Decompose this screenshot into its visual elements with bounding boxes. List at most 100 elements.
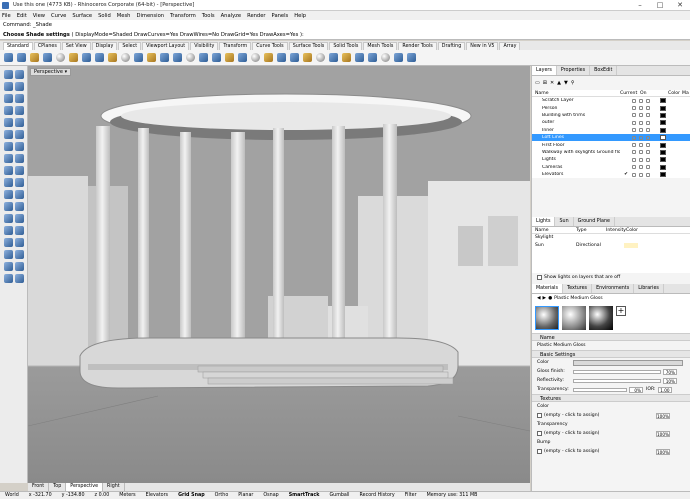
copy-tool-icon[interactable] — [15, 214, 24, 223]
layer-color-swatch[interactable] — [660, 164, 666, 170]
bulb-icon[interactable] — [632, 135, 636, 140]
material-thumb-plastic[interactable] — [535, 306, 559, 331]
toolbar-tab-render-tools[interactable]: Render Tools — [398, 42, 437, 50]
toolbar-tab-curve-tools[interactable]: Curve Tools — [252, 42, 288, 50]
layer-row[interactable]: Elevators ✔ — [532, 170, 690, 179]
layer-color-swatch[interactable] — [660, 105, 666, 111]
hide-icon[interactable] — [264, 53, 273, 62]
menu-transform[interactable]: Transform — [170, 13, 196, 19]
materials-icon[interactable] — [368, 53, 377, 62]
toolbar-tab-solid-tools[interactable]: Solid Tools — [329, 42, 363, 50]
status-units[interactable]: Meters — [114, 493, 140, 498]
save-icon[interactable] — [30, 53, 39, 62]
bulb-icon[interactable] — [632, 172, 636, 177]
zoom-icon[interactable] — [147, 53, 156, 62]
ellipse-icon[interactable] — [4, 106, 13, 115]
layer-color-swatch[interactable] — [660, 149, 666, 155]
polyline-icon[interactable] — [4, 82, 13, 91]
bulb-icon[interactable] — [632, 98, 636, 103]
bulb-icon[interactable] — [632, 150, 636, 155]
wireframe-icon[interactable] — [316, 53, 325, 62]
maximize-icon[interactable]: □ — [650, 1, 670, 9]
rotate-icon[interactable] — [4, 226, 13, 235]
analyze-icon[interactable] — [4, 274, 13, 283]
menu-help[interactable]: Help — [294, 13, 306, 19]
layer-row[interactable]: First Floor — [532, 141, 690, 149]
material-color-swatch[interactable] — [573, 359, 683, 366]
undo-icon[interactable] — [108, 53, 117, 62]
layer-color-swatch[interactable] — [660, 172, 666, 178]
viewport-tab-front[interactable]: Front — [28, 483, 50, 491]
chamfer-icon[interactable] — [15, 166, 24, 175]
new-sublayer-icon[interactable]: ⊞ — [543, 80, 547, 86]
ior-value[interactable]: 1.00 — [657, 386, 672, 393]
rendered-icon[interactable] — [342, 53, 351, 62]
status-cplane[interactable]: World — [0, 493, 24, 498]
light-row-skylight[interactable]: Skylight — [532, 234, 690, 242]
tab-properties[interactable]: Properties — [557, 66, 591, 75]
layer-color-swatch[interactable] — [660, 157, 666, 163]
layer-color-swatch[interactable] — [660, 98, 666, 104]
viewport-menu-arrow-icon[interactable]: ▾ — [65, 69, 68, 75]
viewport-tab-right[interactable]: Right — [103, 483, 125, 491]
curve-icon[interactable] — [15, 82, 24, 91]
toolbar-tab-display[interactable]: Display — [91, 42, 118, 50]
status-ortho[interactable]: Ortho — [210, 493, 234, 498]
lock-icon[interactable] — [639, 143, 643, 148]
box-icon[interactable] — [4, 142, 13, 151]
ungroup-icon[interactable] — [15, 202, 24, 211]
menu-analyze[interactable]: Analyze — [221, 13, 241, 19]
delete-layer-icon[interactable]: ✕ — [550, 80, 554, 86]
toolbar-tab-array[interactable]: Array — [499, 42, 521, 50]
tab-sun[interactable]: Sun — [555, 217, 574, 227]
layer-row[interactable]: Building with trims — [532, 111, 690, 120]
col-current[interactable]: Current — [620, 90, 640, 96]
layer-row[interactable]: Scratch Layer — [532, 97, 690, 105]
tex-transparency-slot[interactable]: (empty - click to assign) — [544, 431, 654, 436]
layer-current[interactable]: ✔ — [620, 172, 632, 177]
status-gumball[interactable]: Gumball — [324, 493, 354, 498]
join-icon[interactable] — [4, 178, 13, 187]
copy-icon[interactable] — [82, 53, 91, 62]
cylinder-icon[interactable] — [4, 154, 13, 163]
bulb-icon[interactable] — [632, 113, 636, 118]
col-light-name[interactable]: Name — [532, 227, 576, 233]
toolbar-tab-drafting[interactable]: Drafting — [437, 42, 466, 50]
toolbar-tab-surface-tools[interactable]: Surface Tools — [288, 42, 329, 50]
help-icon[interactable] — [407, 53, 416, 62]
shaded-icon[interactable] — [329, 53, 338, 62]
menu-solid[interactable]: Solid — [98, 13, 111, 19]
trim-icon[interactable] — [4, 190, 13, 199]
bulb-icon[interactable] — [632, 165, 636, 170]
menu-render[interactable]: Render — [247, 13, 265, 19]
tab-lights[interactable]: Lights — [532, 217, 556, 227]
cplane-icon[interactable] — [225, 53, 234, 62]
status-planar[interactable]: Planar — [233, 493, 258, 498]
mirror-icon[interactable] — [4, 238, 13, 247]
import-icon[interactable] — [56, 53, 65, 62]
status-grid-snap[interactable]: Grid Snap — [173, 493, 210, 498]
tab-materials[interactable]: Materials — [532, 284, 563, 294]
print-icon[interactable] — [646, 150, 650, 155]
tex-bump-amount[interactable]: 100% — [656, 448, 670, 455]
toolbar-tab-set-view[interactable]: Set View — [61, 42, 91, 50]
viewport-tab-perspective[interactable]: Perspective — [66, 483, 104, 491]
layer-color-swatch[interactable] — [660, 112, 666, 118]
transparency-value[interactable]: 0% — [629, 386, 643, 393]
lock-icon[interactable] — [639, 120, 643, 125]
explode-icon[interactable] — [15, 178, 24, 187]
toolbar-tab-new-in-v5[interactable]: New in V5 — [466, 42, 499, 50]
four-view-icon[interactable] — [212, 53, 221, 62]
viewport-title[interactable]: Perspective ▾ — [30, 68, 72, 76]
rectangle-icon[interactable] — [15, 106, 24, 115]
arc-icon[interactable] — [15, 94, 24, 103]
menu-mesh[interactable]: Mesh — [117, 13, 131, 19]
select-icon[interactable] — [251, 53, 260, 62]
tex-transparency-checkbox[interactable] — [537, 431, 542, 437]
tab-libraries[interactable]: Libraries — [634, 284, 664, 294]
material-thumb-2[interactable] — [562, 306, 586, 331]
menu-curve[interactable]: Curve — [51, 13, 66, 19]
col-light-color[interactable]: Color — [626, 227, 638, 233]
back-icon[interactable]: ◀ — [537, 296, 541, 301]
perspective-viewport[interactable]: Perspective ▾ — [28, 66, 530, 483]
